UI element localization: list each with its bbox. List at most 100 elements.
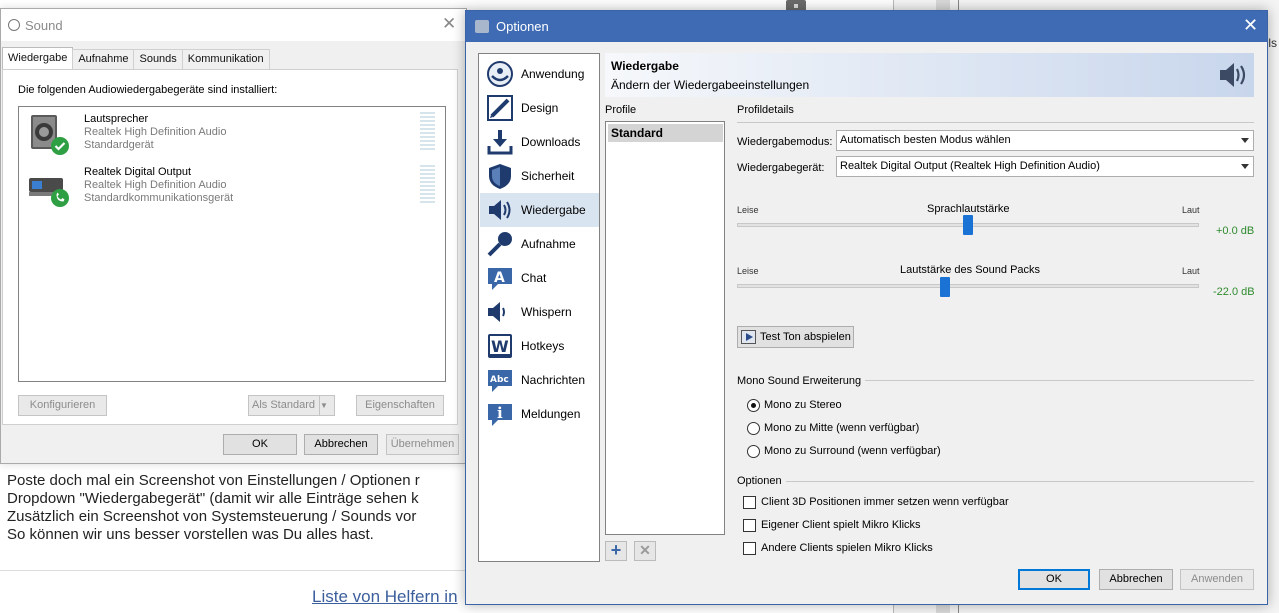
chevron-down-icon xyxy=(1241,138,1249,143)
sidebar-item-meldungen[interactable]: i Meldungen xyxy=(480,397,599,431)
configure-button[interactable]: Konfigurieren xyxy=(18,395,107,416)
sidebar-item-label: Sicherheit xyxy=(521,169,575,183)
sidebar-item-nachrichten[interactable]: Abc Nachrichten xyxy=(480,363,599,397)
teamspeak-app-icon xyxy=(475,20,489,33)
sidebar-item-chat[interactable]: A Chat xyxy=(480,261,599,295)
sidebar-item-sicherheit[interactable]: Sicherheit xyxy=(480,159,599,193)
profile-list[interactable]: Standard xyxy=(605,121,725,535)
device-status: Standardkommunikationsgerät xyxy=(84,192,234,204)
whisper-icon xyxy=(488,302,505,322)
tab-kommunikation[interactable]: Kommunikation xyxy=(181,49,270,69)
sidebar-item-label: Downloads xyxy=(521,135,581,149)
device-name: Realtek Digital Output xyxy=(84,166,191,178)
checkbox-other-mic-clicks[interactable] xyxy=(743,542,756,555)
ok-button[interactable]: OK xyxy=(1018,569,1090,590)
window-title: Optionen xyxy=(496,19,549,34)
set-default-button[interactable]: Als Standard ▼ xyxy=(248,395,335,416)
add-profile-button[interactable]: + xyxy=(605,541,627,561)
sidebar-item-wiedergabe[interactable]: Wiedergabe xyxy=(480,193,599,227)
post-line: So können wir uns besser vorstellen was … xyxy=(7,526,374,543)
sound-titlebar[interactable]: Sound ✕ xyxy=(1,9,466,41)
close-icon[interactable]: ✕ xyxy=(442,14,456,34)
radio-label: Mono zu Stereo xyxy=(764,399,842,411)
teamspeak-icon xyxy=(487,61,513,87)
list-item[interactable]: Standard xyxy=(608,124,723,142)
sidebar-item-label: Anwendung xyxy=(521,67,585,81)
mono-group-title: Mono Sound Erweiterung xyxy=(737,375,866,387)
svg-text:W: W xyxy=(491,337,509,356)
sidebar-item-label: Hotkeys xyxy=(521,339,565,353)
sidebar-item-downloads[interactable]: Downloads xyxy=(480,125,599,159)
radio-label: Mono zu Mitte (wenn verfügbar) xyxy=(764,422,920,434)
apply-button[interactable]: Anwenden xyxy=(1180,569,1254,590)
tab-aufnahme[interactable]: Aufnahme xyxy=(72,49,135,69)
digital-output-device-icon xyxy=(29,178,69,207)
device-list[interactable]: Lautsprecher Realtek High Definition Aud… xyxy=(18,106,446,382)
pack-volume-track[interactable] xyxy=(737,284,1199,288)
messages-icon: Abc xyxy=(488,370,512,392)
pack-volume-title: Lautstärke des Sound Packs xyxy=(900,264,1041,276)
radio-mono-stereo[interactable] xyxy=(747,399,760,412)
playback-mode-select[interactable]: Automatisch besten Modus wählen xyxy=(836,130,1254,151)
chevron-down-icon xyxy=(1241,164,1249,169)
radio-mono-surround[interactable] xyxy=(747,445,760,458)
sidebar-item-label: Aufnahme xyxy=(521,237,576,251)
sidebar-item-aufnahme[interactable]: Aufnahme xyxy=(480,227,599,261)
voice-volume-thumb[interactable] xyxy=(963,215,973,235)
level-meter xyxy=(420,112,435,152)
properties-button[interactable]: Eigenschaften xyxy=(356,395,444,416)
cancel-button[interactable]: Abbrechen xyxy=(304,434,378,455)
tab-wiedergabe[interactable]: Wiedergabe xyxy=(2,47,74,69)
tab-sounds[interactable]: Sounds xyxy=(133,49,183,69)
section-title: Wiedergabe xyxy=(611,59,679,73)
sidebar-item-label: Whispern xyxy=(521,305,572,319)
cancel-button[interactable]: Abbrechen xyxy=(1099,569,1173,590)
remove-profile-button[interactable]: ✕ xyxy=(634,541,656,561)
sidebar-item-label: Meldungen xyxy=(521,407,581,421)
sidebar-item-label: Chat xyxy=(521,271,547,285)
options-sidebar: Anwendung Design Downloads Sicherheit Wi… xyxy=(478,53,600,562)
device-item-digital-output[interactable]: Realtek Digital Output Realtek High Defi… xyxy=(23,162,443,212)
post-line: Dropdown "Wiedergabegerät" (damit wir al… xyxy=(7,490,419,507)
sidebar-item-label: Design xyxy=(521,101,559,115)
slider-max-label: Laut xyxy=(1182,205,1200,215)
checkbox-3d-positions[interactable] xyxy=(743,496,756,509)
playback-device-select[interactable]: Realtek Digital Output (Realtek High Def… xyxy=(836,156,1254,177)
ok-button[interactable]: OK xyxy=(223,434,297,455)
button-label: Test Ton abspielen xyxy=(760,331,851,343)
svg-text:i: i xyxy=(497,404,503,422)
forum-post-text: Poste doch mal ein Screenshot von Einste… xyxy=(7,472,420,544)
play-test-sound-button[interactable]: Test Ton abspielen xyxy=(737,326,854,348)
info-icon: i xyxy=(488,404,512,426)
checkbox-own-mic-clicks[interactable] xyxy=(743,519,756,532)
options-titlebar[interactable]: Optionen ✕ xyxy=(466,11,1267,42)
device-item-lautsprecher[interactable]: Lautsprecher Realtek High Definition Aud… xyxy=(23,109,443,159)
sidebar-item-design[interactable]: Design xyxy=(480,91,599,125)
sound-dialog: Sound ✕ Wiedergabe Aufnahme Sounds Kommu… xyxy=(0,8,467,464)
section-banner: Wiedergabe Ändern der Wiedergabeeinstell… xyxy=(605,53,1254,97)
pack-volume-thumb[interactable] xyxy=(940,277,950,297)
select-value: Realtek Digital Output (Realtek High Def… xyxy=(840,160,1100,172)
download-icon xyxy=(487,130,513,155)
apply-button[interactable]: Übernehmen xyxy=(386,434,459,455)
profiles-header: Profile xyxy=(605,104,637,116)
device-status: Standardgerät xyxy=(84,139,154,151)
radio-mono-center[interactable] xyxy=(747,422,760,435)
close-icon[interactable]: ✕ xyxy=(1243,15,1258,36)
slider-min-label: Leise xyxy=(737,205,759,215)
hotkeys-icon: W xyxy=(488,334,512,358)
chevron-down-icon[interactable]: ▼ xyxy=(319,396,334,415)
options-dialog: Optionen ✕ Anwendung Design Downloads Si… xyxy=(465,10,1268,605)
set-default-label: Als Standard xyxy=(252,399,315,411)
helpers-list-link[interactable]: Liste von Helfern in xyxy=(312,587,458,607)
sidebar-item-whispern[interactable]: Whispern xyxy=(480,295,599,329)
device-driver: Realtek High Definition Audio xyxy=(84,126,227,138)
sidebar-item-anwendung[interactable]: Anwendung xyxy=(480,57,599,91)
plus-icon: + xyxy=(610,540,622,560)
svg-text:A: A xyxy=(494,270,505,286)
sidebar-item-hotkeys[interactable]: W Hotkeys xyxy=(480,329,599,363)
details-header: Profildetails xyxy=(737,104,794,116)
sidebar-item-label: Wiedergabe xyxy=(521,203,586,217)
device-label: Wiedergabegerät: xyxy=(737,162,825,174)
checkbox-label: Andere Clients spielen Mikro Klicks xyxy=(761,542,933,554)
